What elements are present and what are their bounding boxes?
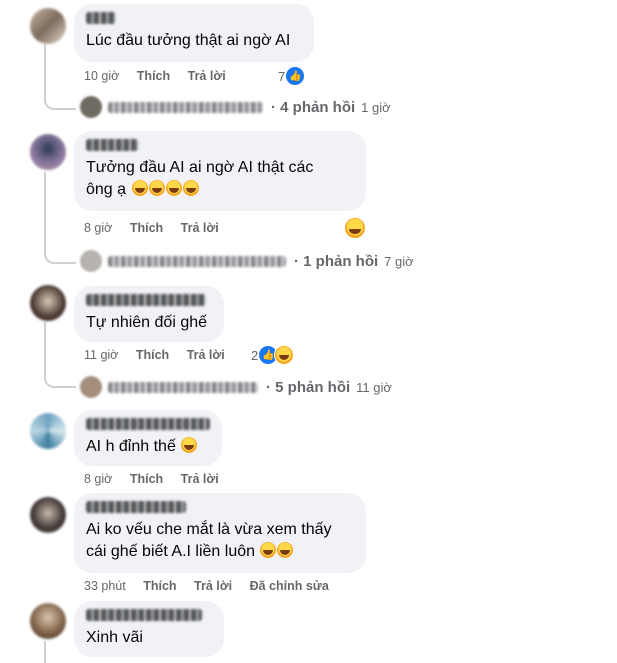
comment-bubble: AI h đỉnh thế xyxy=(74,410,222,466)
reply-button[interactable]: Trả lời xyxy=(194,579,232,593)
comment-actions: 8 giờ Thích Trả lời xyxy=(84,472,233,486)
replier-names xyxy=(108,255,286,267)
replier-names xyxy=(108,381,258,393)
view-replies-link[interactable]: · 5 phản hồi 11 giờ xyxy=(80,376,392,398)
comment-text: Tự nhiên đối ghế xyxy=(86,314,208,331)
commenter-name[interactable] xyxy=(86,609,202,621)
reply-avatar xyxy=(80,250,102,272)
avatar[interactable] xyxy=(30,8,66,44)
comment-time[interactable]: 10 giờ xyxy=(84,69,119,83)
reply-button[interactable]: Trả lời xyxy=(187,348,225,362)
reaction-summary[interactable] xyxy=(344,217,366,239)
reply-connector xyxy=(44,248,76,264)
reply-time: 7 giờ xyxy=(384,253,414,269)
comment-text: AI h đỉnh thế xyxy=(86,438,176,455)
reply-count: · 4 phản hồi xyxy=(271,98,356,116)
commenter-name[interactable] xyxy=(86,294,206,306)
reply-count: · 1 phản hồi xyxy=(294,252,379,270)
comment-time[interactable]: 8 giờ xyxy=(84,472,112,486)
view-replies-link[interactable]: · 1 phản hồi 7 giờ xyxy=(80,250,414,272)
comment-bubble: Tự nhiên đối ghế xyxy=(74,286,224,342)
comment-time[interactable]: 11 giờ xyxy=(84,348,118,362)
avatar[interactable] xyxy=(30,603,66,639)
commenter-name[interactable] xyxy=(86,12,116,24)
edited-label: Đã chỉnh sửa xyxy=(249,579,329,593)
grimace-emoji-icon xyxy=(181,437,198,453)
thread-line xyxy=(44,322,46,372)
comment-time[interactable]: 8 giờ xyxy=(84,221,112,235)
comment-actions: 8 giờ Thích Trả lời xyxy=(84,221,233,235)
replier-names xyxy=(108,101,263,113)
comment-bubble: Ai ko vếu che mắt là vừa xem thấy cái gh… xyxy=(74,493,366,573)
thread-line xyxy=(44,44,46,94)
reply-connector xyxy=(44,94,76,110)
like-button[interactable]: Thích xyxy=(137,69,170,83)
reaction-summary[interactable]: 7 👍 xyxy=(278,66,306,86)
comment-text-line1: Ai ko vếu che mắt là vừa xem thấy xyxy=(86,521,332,538)
haha-emoji-icon xyxy=(131,180,199,198)
commenter-name[interactable] xyxy=(86,418,210,430)
comment-bubble: Tưởng đầu AI ai ngờ AI thật các ông ạ xyxy=(74,131,366,211)
haha-emoji-icon xyxy=(259,542,294,560)
comment-text: Lúc đầu tưởng thật ai ngờ AI xyxy=(86,32,291,49)
commenter-name[interactable] xyxy=(86,139,138,151)
like-button[interactable]: Thích xyxy=(143,579,176,593)
avatar[interactable] xyxy=(30,134,66,170)
reaction-count: 7 xyxy=(278,68,286,84)
comment-actions: 11 giờ Thích Trả lời xyxy=(84,348,239,362)
avatar[interactable] xyxy=(30,285,66,321)
avatar[interactable] xyxy=(30,497,66,533)
reaction-count: 2 xyxy=(251,347,259,363)
haha-reaction-icon xyxy=(274,345,295,365)
reply-count: · 5 phản hồi xyxy=(266,378,351,396)
reply-avatar xyxy=(80,376,102,398)
comment-actions: 10 giờ Thích Trả lời xyxy=(84,69,240,83)
reply-button[interactable]: Trả lời xyxy=(188,69,226,83)
haha-reaction-icon xyxy=(344,217,366,239)
comment-text-line2: cái ghế biết A.I liền luôn xyxy=(86,543,256,560)
like-button[interactable]: Thích xyxy=(130,472,163,486)
view-replies-link[interactable]: · 4 phản hồi 1 giờ xyxy=(80,96,391,118)
comment-text: Xinh vãi xyxy=(86,629,143,646)
avatar[interactable] xyxy=(30,413,66,449)
comment-text-line1: Tưởng đầu AI ai ngờ AI thật các xyxy=(86,159,314,176)
reaction-summary[interactable]: 2 👍 xyxy=(251,345,295,365)
reply-button[interactable]: Trả lời xyxy=(181,472,219,486)
reply-connector xyxy=(44,372,76,388)
thread-line xyxy=(44,641,46,663)
comment-actions: 33 phút Thích Trả lời Đã chỉnh sửa xyxy=(84,579,343,593)
reply-time: 11 giờ xyxy=(356,379,392,395)
like-reaction-icon: 👍 xyxy=(285,66,306,86)
comment-text-line2: ông ạ xyxy=(86,181,127,198)
comment-bubble: Lúc đầu tưởng thật ai ngờ AI xyxy=(74,4,314,62)
comment-bubble: Xinh vãi xyxy=(74,601,224,657)
reply-button[interactable]: Trả lời xyxy=(181,221,219,235)
like-button[interactable]: Thích xyxy=(130,221,163,235)
commenter-name[interactable] xyxy=(86,501,186,513)
reply-avatar xyxy=(80,96,102,118)
reply-time: 1 giờ xyxy=(361,99,391,115)
thread-line xyxy=(44,172,46,248)
comment-time[interactable]: 33 phút xyxy=(84,579,126,593)
like-button[interactable]: Thích xyxy=(136,348,169,362)
